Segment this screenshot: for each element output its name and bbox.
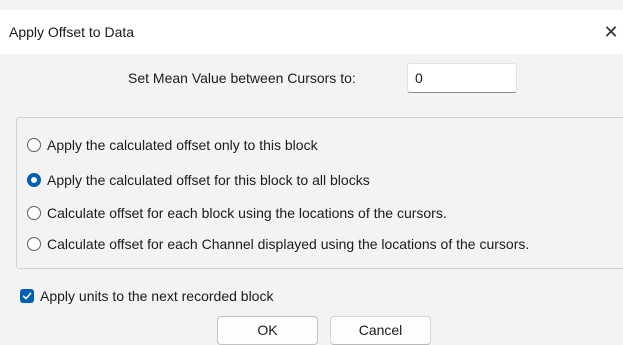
apply-offset-dialog: Apply Offset to Data ✕ Set Mean Value be…	[0, 0, 623, 345]
apply-units-checkbox[interactable]	[20, 289, 34, 303]
option-label: Apply the calculated offset only to this…	[47, 137, 318, 153]
title-bar: Apply Offset to Data ✕	[0, 10, 623, 54]
option-this-block-only[interactable]: Apply the calculated offset only to this…	[27, 134, 318, 156]
cancel-button[interactable]: Cancel	[330, 316, 431, 345]
option-this-block-to-all[interactable]: Apply the calculated offset for this blo…	[27, 169, 370, 191]
option-label: Apply the calculated offset for this blo…	[47, 172, 370, 188]
option-label: Calculate offset for each block using th…	[47, 205, 447, 221]
offset-options-group: Apply the calculated offset only to this…	[16, 117, 623, 269]
apply-units-option[interactable]: Apply units to the next recorded block	[20, 285, 273, 307]
ok-button[interactable]: OK	[217, 316, 318, 345]
mean-value-input[interactable]	[407, 63, 517, 93]
close-icon[interactable]: ✕	[599, 20, 623, 44]
radio-button[interactable]	[27, 237, 41, 251]
radio-button-selected[interactable]	[27, 173, 41, 187]
apply-units-label: Apply units to the next recorded block	[40, 288, 274, 304]
option-label: Calculate offset for each Channel displa…	[47, 236, 530, 252]
option-each-channel-cursors[interactable]: Calculate offset for each Channel displa…	[27, 233, 529, 255]
mean-value-row: Set Mean Value between Cursors to:	[0, 63, 623, 95]
radio-button[interactable]	[27, 138, 41, 152]
dialog-title: Apply Offset to Data	[9, 24, 135, 40]
radio-button[interactable]	[27, 206, 41, 220]
option-each-block-cursors[interactable]: Calculate offset for each block using th…	[27, 202, 447, 224]
checkmark-icon	[22, 292, 32, 300]
mean-value-label: Set Mean Value between Cursors to:	[128, 70, 356, 86]
